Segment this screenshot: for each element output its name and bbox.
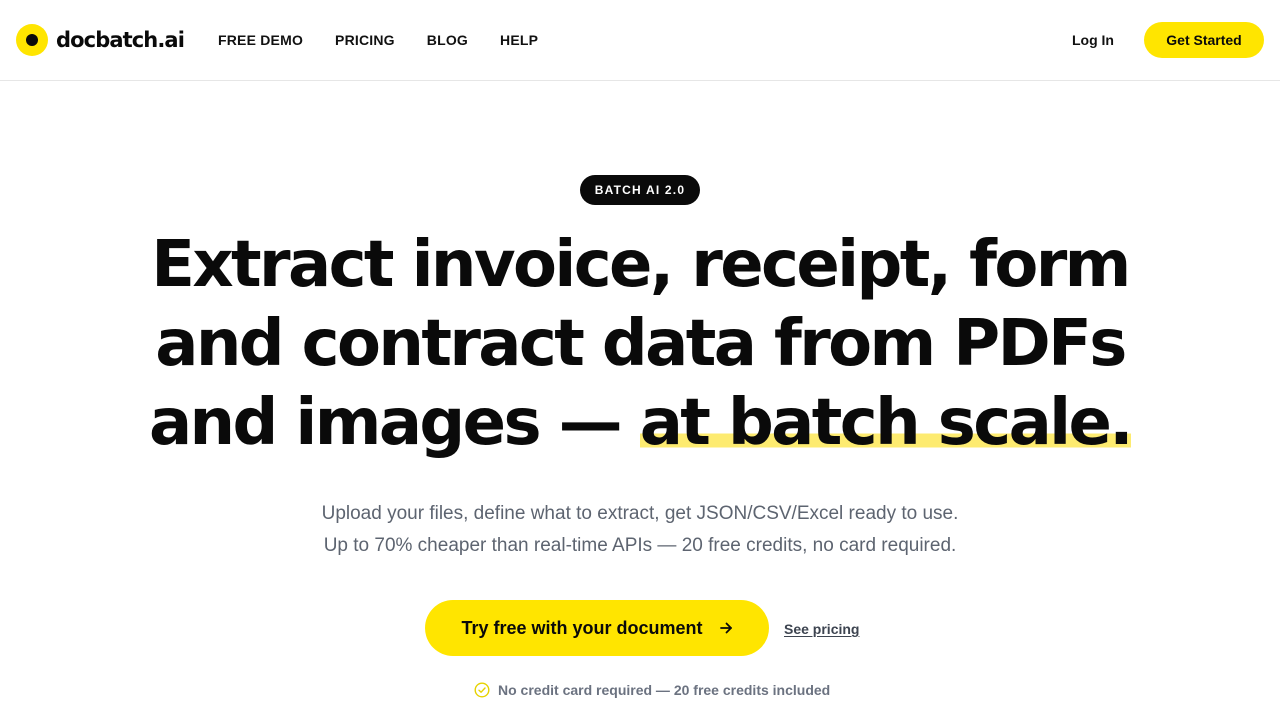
no-card-note-text: No credit card required — 20 free credit… <box>498 682 831 698</box>
version-badge: BATCH AI 2.0 <box>580 175 700 205</box>
try-free-label: Try free with your document <box>461 617 703 638</box>
nav-link-blog[interactable]: BLOG <box>427 31 468 49</box>
logo-icon <box>16 24 48 56</box>
no-card-note: No credit card required — 20 free credit… <box>474 681 830 699</box>
check-circle-icon <box>474 682 490 698</box>
headline-line-3-text: and images — <box>148 386 640 460</box>
try-free-button[interactable]: Try free with your document <box>425 600 769 656</box>
hero-subtitle: Upload your files, define what to extrac… <box>140 498 1140 562</box>
hero-headline: Extract invoice, receipt, form and contr… <box>140 226 1140 463</box>
arrow-right-icon <box>719 621 733 635</box>
logo-link[interactable]: docbatch.ai <box>16 24 185 56</box>
login-link[interactable]: Log In <box>1072 31 1114 49</box>
nav-link-free-demo[interactable]: FREE DEMO <box>218 31 303 49</box>
headline-line-2: and contract data from PDFs <box>155 307 1127 381</box>
subtitle-line-2: Up to 70% cheaper than real-time APIs — … <box>323 535 957 556</box>
nav-links: FREE DEMO PRICING BLOG HELP <box>218 31 570 49</box>
headline-line-1: Extract invoice, receipt, form <box>151 228 1131 302</box>
logo-text: docbatch.ai <box>56 28 185 52</box>
nav-link-help[interactable]: HELP <box>500 31 538 49</box>
get-started-button[interactable]: Get Started <box>1144 22 1264 58</box>
headline-line-3: and images — at batch scale. <box>148 386 1134 460</box>
subtitle-line-1: Upload your files, define what to extrac… <box>321 503 959 524</box>
nav-link-pricing[interactable]: PRICING <box>335 31 395 49</box>
headline-highlight: at batch scale. <box>639 386 1134 460</box>
top-navbar: docbatch.ai FREE DEMO PRICING BLOG HELP … <box>0 0 1280 81</box>
see-pricing-link[interactable]: See pricing <box>784 620 859 638</box>
